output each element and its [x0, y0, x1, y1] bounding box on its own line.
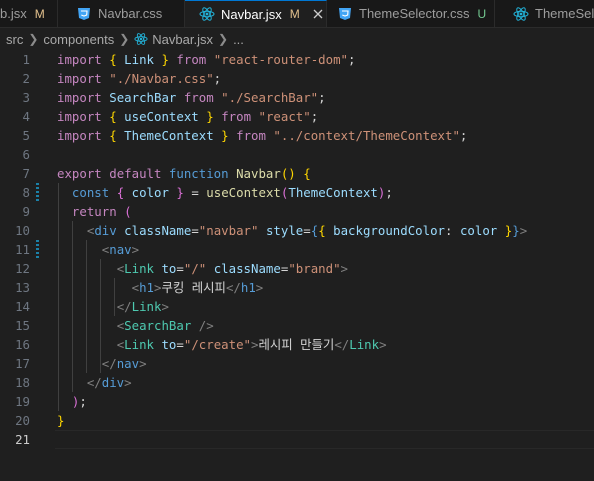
code-line-4: 4 import { useContext } from "react";	[0, 107, 594, 126]
chevron-right-icon: ❯	[218, 32, 229, 46]
code-line-text: const { color } = useContext(ThemeContex…	[71, 185, 393, 200]
line-number: 18	[15, 375, 30, 390]
line-number: 7	[22, 166, 30, 181]
chevron-right-icon: ❯	[28, 32, 39, 46]
editor-tab-bar: b.jsx M Navbar.css Navbar.jsx M ThemeSel…	[0, 0, 594, 28]
code-line-21: 21	[0, 430, 594, 449]
code-line-text: <nav>	[101, 242, 140, 257]
tab-label: ThemeSelec	[535, 6, 594, 21]
breadcrumb-more[interactable]: ...	[233, 32, 244, 47]
line-number: 12	[15, 261, 30, 276]
tab-navbar-css[interactable]: Navbar.css	[58, 0, 185, 27]
code-line-19: 19 );	[0, 392, 594, 411]
code-line-13: 13 <h1>쿠킹 레시피</h1>	[0, 278, 594, 297]
line-number: 16	[15, 337, 30, 352]
code-line-text: export default function Navbar() {	[57, 166, 311, 181]
code-line-text: </div>	[86, 375, 132, 390]
modified-badge: M	[34, 6, 45, 21]
code-line-17: 17 </nav>	[0, 354, 594, 373]
line-number: 17	[15, 356, 30, 371]
code-line-20: 20}	[0, 411, 594, 430]
line-number: 10	[15, 223, 30, 238]
chevron-right-icon: ❯	[119, 32, 130, 46]
line-number: 1	[22, 52, 30, 67]
code-line-text: import { ThemeContext } from "../context…	[57, 128, 468, 143]
code-line-text: import { Link } from "react-router-dom";	[57, 52, 356, 67]
code-line-text: import "./Navbar.css";	[57, 71, 222, 86]
code-line-3: 3 import SearchBar from "./SearchBar";	[0, 88, 594, 107]
code-line-10: 10 <div className="navbar" style={{ back…	[0, 221, 594, 240]
line-number: 9	[22, 204, 30, 219]
tab-navbar-jsx[interactable]: Navbar.jsx M	[185, 0, 327, 27]
modified-badge: M	[289, 7, 300, 21]
tab-themeselector-css[interactable]: ThemeSelector.css U	[327, 0, 495, 27]
line-number: 13	[15, 280, 30, 295]
code-line-text: <div className="navbar" style={{ backgro…	[86, 223, 528, 238]
code-line-12: 12 <Link to="/" className="brand">	[0, 259, 594, 278]
react-icon	[199, 6, 215, 22]
tab-label: ThemeSelector.css	[359, 6, 470, 21]
line-number: 3	[22, 90, 30, 105]
code-line-1: 1 import { Link } from "react-router-dom"…	[0, 50, 594, 69]
tab-b-jsx[interactable]: b.jsx M	[0, 0, 58, 27]
tab-label: b.jsx	[0, 6, 27, 21]
css-icon	[76, 6, 92, 22]
line-number: 4	[22, 109, 30, 124]
react-icon	[134, 32, 148, 46]
line-number: 6	[22, 147, 30, 162]
line-number: 21	[15, 432, 30, 447]
tab-label: Navbar.jsx	[221, 6, 282, 22]
code-line-text: <h1>쿠킹 레시피</h1>	[131, 280, 264, 295]
tab-label: Navbar.css	[98, 6, 163, 21]
code-line-text: </nav>	[101, 356, 147, 371]
line-number: 5	[22, 128, 30, 143]
code-line-18: 18 </div>	[0, 373, 594, 392]
line-number: 8	[22, 185, 30, 200]
code-line-6: 6	[0, 145, 594, 164]
line-number: 2	[22, 71, 30, 86]
code-line-9: 9 return (	[0, 202, 594, 221]
line-number: 19	[15, 394, 30, 409]
line-number: 14	[15, 299, 30, 314]
code-line-text: <Link to="/create">레시피 만들기</Link>	[116, 337, 387, 352]
code-line-8: 8 const { color } = useContext(ThemeCont…	[0, 183, 594, 202]
code-line-5: 5 import { ThemeContext } from "../contex…	[0, 126, 594, 145]
code-editor[interactable]: 1 import { Link } from "react-router-dom"…	[0, 50, 594, 481]
code-line-text: </Link>	[116, 299, 169, 314]
breadcrumb: src ❯ components ❯ Navbar.jsx ❯ ...	[0, 28, 594, 50]
code-line-11: 11 <nav>	[0, 240, 594, 259]
code-line-text: import { useContext } from "react";	[57, 109, 319, 124]
code-line-14: 14 </Link>	[0, 297, 594, 316]
code-line-16: 16 <Link to="/create">레시피 만들기</Link>	[0, 335, 594, 354]
tab-themeselector-jsx[interactable]: ThemeSelec	[495, 0, 594, 27]
code-line-text: return (	[71, 204, 132, 219]
code-line-text: <Link to="/" className="brand">	[116, 261, 349, 276]
line-number: 11	[15, 242, 30, 257]
close-icon[interactable]	[310, 6, 326, 22]
code-line-7: 7 export default function Navbar() {	[0, 164, 594, 183]
code-line-text: <SearchBar />	[116, 318, 214, 333]
line-number: 20	[15, 413, 30, 428]
breadcrumb-src[interactable]: src	[6, 32, 23, 47]
code-line-2: 2 import "./Navbar.css";	[0, 69, 594, 88]
breadcrumb-components[interactable]: components	[43, 32, 114, 47]
breadcrumb-file[interactable]: Navbar.jsx	[152, 32, 213, 47]
code-line-15: 15 <SearchBar />	[0, 316, 594, 335]
code-line-text: }	[57, 413, 65, 428]
react-icon	[513, 6, 529, 22]
code-line-text: );	[71, 394, 87, 409]
css-icon	[337, 6, 353, 22]
line-number: 15	[15, 318, 30, 333]
code-line-text: import SearchBar from "./SearchBar";	[57, 90, 326, 105]
untracked-badge: U	[477, 6, 487, 21]
